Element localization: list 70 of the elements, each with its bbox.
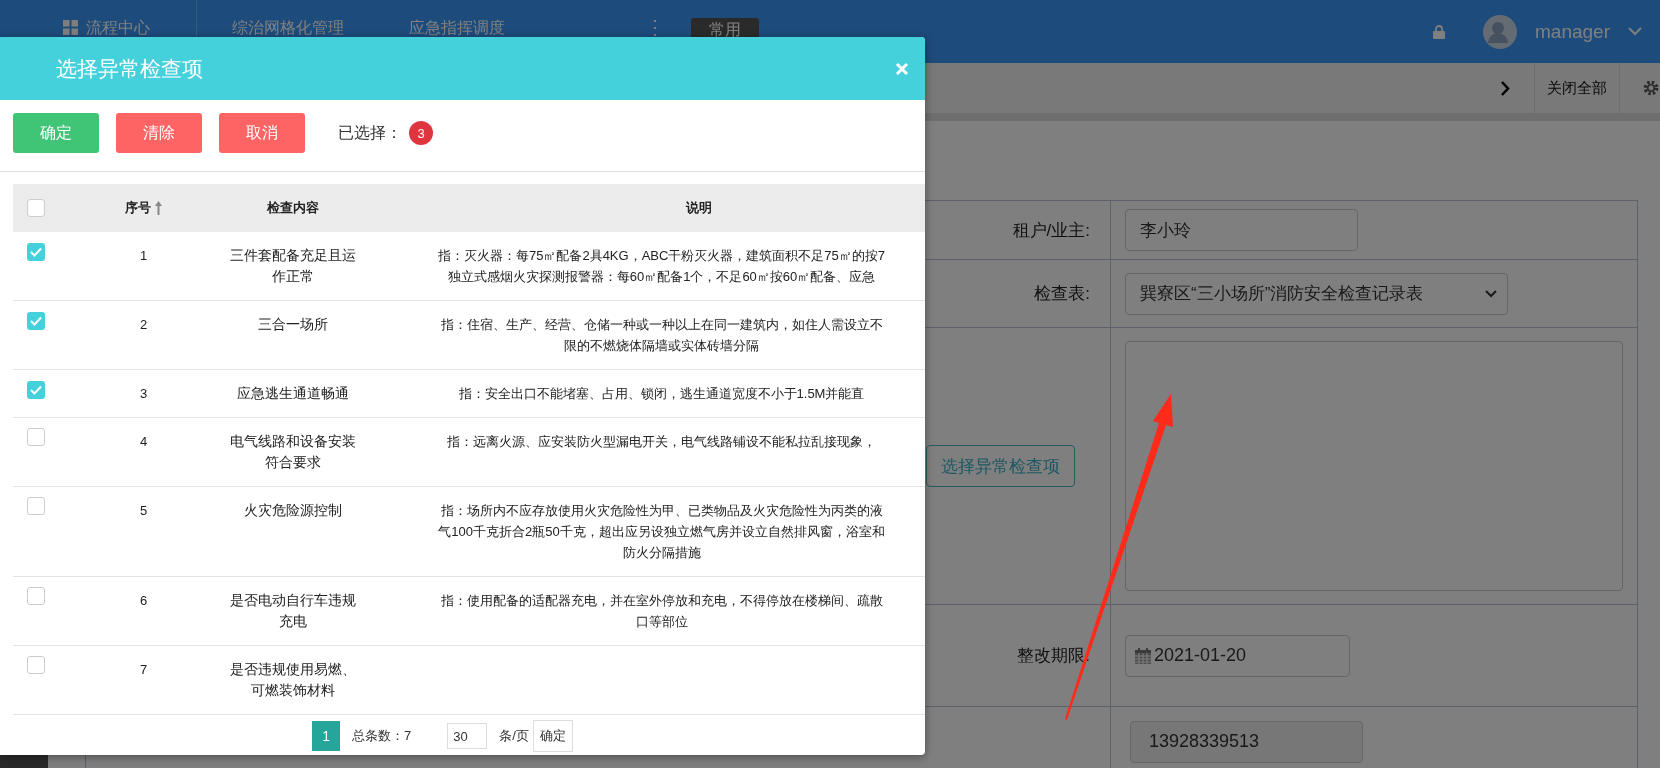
- checkbox[interactable]: [27, 381, 45, 399]
- column-header[interactable]: 序号: [124, 199, 151, 217]
- table-cell-text: 是否电动自行车违规充电: [228, 591, 357, 631]
- input-field: 13928339513: [1130, 720, 1363, 763]
- chevron-down-icon[interactable]: [1628, 27, 1642, 36]
- chevron-right-icon[interactable]: [1500, 80, 1510, 96]
- nav-item[interactable]: 应急指挥调度: [409, 18, 505, 37]
- grid-icon: [63, 20, 78, 35]
- table-cell-text: 是否违规使用易燃、可燃装饰材料: [228, 660, 357, 700]
- column-header[interactable]: 检查内容: [266, 199, 319, 217]
- page-button[interactable]: 1: [312, 721, 341, 751]
- table-cell: 7: [139, 662, 148, 677]
- field-label: 检查表:: [1034, 284, 1090, 303]
- table-cell: 5: [139, 503, 148, 518]
- go-button[interactable]: 确定: [532, 720, 573, 752]
- field-label: 租户/业主:: [1012, 220, 1090, 240]
- table-cell-text: 限的不燃烧体隔墙或实体砖墙分隔: [563, 337, 760, 355]
- table-cell: 6: [139, 593, 148, 608]
- table-cell: 3: [139, 386, 148, 401]
- column-header[interactable]: 说明: [686, 199, 712, 217]
- input-field[interactable]: 李小玲: [1125, 209, 1358, 251]
- table-cell-text: 指：场所内不应存放使用火灾危险性为甲、已类物品及火灾危险性为丙类的液: [439, 502, 884, 520]
- page-size-field[interactable]: 30: [447, 723, 488, 749]
- per-page-label: 条/页: [499, 727, 529, 745]
- chevron-down-icon: [1485, 289, 1497, 298]
- nav-item[interactable]: 综治网格化管理: [232, 18, 344, 37]
- checkbox[interactable]: [27, 587, 45, 605]
- table-cell-text: 三合一场所: [256, 315, 329, 334]
- avatar-icon[interactable]: [1483, 14, 1517, 49]
- table-cell-text: 火灾危险源控制: [242, 501, 343, 520]
- more-menu[interactable]: ⋮: [645, 18, 665, 37]
- table-cell-text: 三件套配备充足且运作正常: [228, 246, 357, 286]
- field-label: 整改期限:: [1017, 646, 1090, 665]
- date-field[interactable]: 2021-01-20: [1125, 634, 1350, 677]
- selected-label: 已选择：: [338, 122, 402, 143]
- arrow-up-icon[interactable]: [153, 200, 163, 216]
- total-count: 总条数：7: [352, 727, 412, 745]
- table-cell-text: 防火分隔措施: [621, 544, 702, 562]
- table-cell-text: 独立式感烟火灾探测报警器：每60㎡配备1个，不足60㎡按60㎡配备、应急: [446, 268, 877, 286]
- checkbox[interactable]: [27, 428, 45, 446]
- select-field[interactable]: 巽寮区“三小场所”消防安全检查记录表: [1125, 272, 1508, 315]
- table-cell-text: 应急逃生通道畅通: [235, 384, 350, 403]
- checkbox[interactable]: [27, 243, 45, 261]
- action-button[interactable]: 清除: [116, 113, 202, 153]
- lock-icon[interactable]: [1433, 24, 1445, 39]
- table-cell: 4: [139, 434, 148, 449]
- table-cell-text: 电气线路和设备安装符合要求: [228, 432, 357, 472]
- table-cell-text: 指：使用配备的适配器充电，并在室外停放和充电，不得停放在楼梯间、疏散: [439, 592, 884, 610]
- count-badge: 3: [409, 121, 433, 145]
- close-icon[interactable]: [895, 61, 909, 76]
- user-name[interactable]: manager: [1535, 20, 1610, 43]
- action-button[interactable]: 取消: [219, 113, 305, 153]
- table-cell-text: 口等部位: [634, 613, 689, 631]
- dialog-title: 选择异常检查项: [56, 55, 203, 82]
- table-cell: 1: [139, 248, 148, 263]
- nav-item[interactable]: 流程中心: [86, 18, 150, 37]
- checkbox[interactable]: [27, 312, 45, 330]
- checkbox[interactable]: [27, 497, 45, 515]
- checkbox[interactable]: [27, 656, 45, 674]
- table-cell-text: 指：住宿、生产、经营、仓储一种或一种以上在同一建筑内，如住人需设立不: [439, 316, 884, 334]
- text-area[interactable]: [1125, 341, 1623, 591]
- table-cell-text: 气100千克折合2瓶50千克，超出应另设独立燃气房并设立自然排风窗，浴室和: [437, 523, 886, 541]
- confirm-button[interactable]: 确定: [13, 113, 99, 153]
- table-cell-text: 指：安全出口不能堵塞、占用、锁闭，逃生通道宽度不小于1.5M并能直: [457, 385, 866, 403]
- calendar-icon: [1134, 646, 1152, 665]
- table-cell: 2: [139, 317, 148, 332]
- table-cell-text: 指：灭火器：每75㎡配备2具4KG，ABC干粉灭火器，建筑面积不足75㎡的按7: [436, 247, 887, 265]
- checkbox[interactable]: [27, 199, 45, 217]
- select-items-button[interactable]: 选择异常检查项: [926, 445, 1075, 487]
- table-cell-text: 指：远离火源、应安装防火型漏电开关，电气线路铺设不能私拉乱接现象，: [446, 433, 877, 451]
